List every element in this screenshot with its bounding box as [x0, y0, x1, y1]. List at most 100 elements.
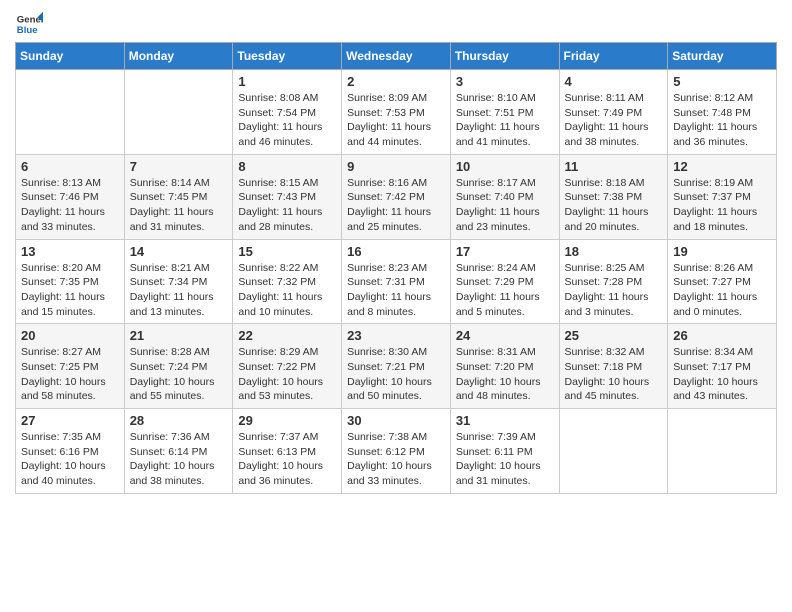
- weekday-header-wednesday: Wednesday: [342, 43, 451, 70]
- day-info: Sunrise: 8:29 AMSunset: 7:22 PMDaylight:…: [238, 345, 336, 404]
- table-row: 25 Sunrise: 8:32 AMSunset: 7:18 PMDayligh…: [559, 324, 668, 409]
- day-number: 18: [565, 244, 663, 259]
- day-number: 9: [347, 159, 445, 174]
- table-row: 14 Sunrise: 8:21 AMSunset: 7:34 PMDayligh…: [124, 239, 233, 324]
- table-row: 9 Sunrise: 8:16 AMSunset: 7:42 PMDaylight…: [342, 154, 451, 239]
- day-info: Sunrise: 8:08 AMSunset: 7:54 PMDaylight:…: [238, 91, 336, 150]
- table-row: 22 Sunrise: 8:29 AMSunset: 7:22 PMDayligh…: [233, 324, 342, 409]
- table-row: 15 Sunrise: 8:22 AMSunset: 7:32 PMDayligh…: [233, 239, 342, 324]
- day-info: Sunrise: 7:39 AMSunset: 6:11 PMDaylight:…: [456, 430, 554, 489]
- table-row: 27 Sunrise: 7:35 AMSunset: 6:16 PMDayligh…: [16, 409, 125, 494]
- table-row: 8Sunrise: 8:15 AMSunset: 7:43 PMDaylight…: [233, 154, 342, 239]
- day-info: Sunrise: 8:13 AMSunset: 7:46 PMDaylight:…: [21, 176, 119, 235]
- day-info: Sunrise: 8:24 AMSunset: 7:29 PMDaylight:…: [456, 261, 554, 320]
- table-row: 23Sunrise: 8:30 AMSunset: 7:21 PMDayligh…: [342, 324, 451, 409]
- day-number: 8: [238, 159, 336, 174]
- day-info: Sunrise: 8:25 AMSunset: 7:28 PMDaylight:…: [565, 261, 663, 320]
- calendar-table: SundayMondayTuesdayWednesdayThursdayFrid…: [15, 42, 777, 494]
- day-info: Sunrise: 7:35 AMSunset: 6:16 PMDaylight:…: [21, 430, 119, 489]
- day-number: 30: [347, 413, 445, 428]
- day-number: 22: [238, 328, 336, 343]
- table-row: 21Sunrise: 8:28 AMSunset: 7:24 PMDayligh…: [124, 324, 233, 409]
- day-info: Sunrise: 8:30 AMSunset: 7:21 PMDaylight:…: [347, 345, 445, 404]
- day-info: Sunrise: 8:11 AMSunset: 7:49 PMDaylight:…: [565, 91, 663, 150]
- table-row: [559, 409, 668, 494]
- calendar-week-row: 1 Sunrise: 8:08 AMSunset: 7:54 PMDaylight…: [16, 70, 777, 155]
- table-row: 4 Sunrise: 8:11 AMSunset: 7:49 PMDaylight…: [559, 70, 668, 155]
- day-number: 27: [21, 413, 119, 428]
- logo: General Blue: [15, 10, 43, 38]
- day-number: 26: [673, 328, 771, 343]
- table-row: 29Sunrise: 7:37 AMSunset: 6:13 PMDayligh…: [233, 409, 342, 494]
- table-row: 5 Sunrise: 8:12 AMSunset: 7:48 PMDaylight…: [668, 70, 777, 155]
- day-number: 20: [21, 328, 119, 343]
- day-number: 7: [130, 159, 228, 174]
- day-info: Sunrise: 7:37 AMSunset: 6:13 PMDaylight:…: [238, 430, 336, 489]
- day-number: 5: [673, 74, 771, 89]
- table-row: 19 Sunrise: 8:26 AMSunset: 7:27 PMDayligh…: [668, 239, 777, 324]
- day-info: Sunrise: 8:12 AMSunset: 7:48 PMDaylight:…: [673, 91, 771, 150]
- table-row: 2 Sunrise: 8:09 AMSunset: 7:53 PMDaylight…: [342, 70, 451, 155]
- page-header: General Blue: [15, 10, 777, 38]
- day-number: 19: [673, 244, 771, 259]
- day-info: Sunrise: 8:22 AMSunset: 7:32 PMDaylight:…: [238, 261, 336, 320]
- weekday-header-saturday: Saturday: [668, 43, 777, 70]
- day-info: Sunrise: 8:27 AMSunset: 7:25 PMDaylight:…: [21, 345, 119, 404]
- calendar-week-row: 20 Sunrise: 8:27 AMSunset: 7:25 PMDayligh…: [16, 324, 777, 409]
- table-row: 13 Sunrise: 8:20 AMSunset: 7:35 PMDayligh…: [16, 239, 125, 324]
- day-number: 28: [130, 413, 228, 428]
- logo-icon: General Blue: [15, 10, 43, 38]
- day-number: 2: [347, 74, 445, 89]
- day-info: Sunrise: 8:23 AMSunset: 7:31 PMDaylight:…: [347, 261, 445, 320]
- table-row: 11 Sunrise: 8:18 AMSunset: 7:38 PMDayligh…: [559, 154, 668, 239]
- table-row: 3Sunrise: 8:10 AMSunset: 7:51 PMDaylight…: [450, 70, 559, 155]
- day-info: Sunrise: 8:31 AMSunset: 7:20 PMDaylight:…: [456, 345, 554, 404]
- table-row: [668, 409, 777, 494]
- day-info: Sunrise: 8:21 AMSunset: 7:34 PMDaylight:…: [130, 261, 228, 320]
- table-row: 6 Sunrise: 8:13 AMSunset: 7:46 PMDaylight…: [16, 154, 125, 239]
- day-number: 10: [456, 159, 554, 174]
- svg-text:Blue: Blue: [17, 25, 38, 36]
- day-number: 24: [456, 328, 554, 343]
- table-row: 26 Sunrise: 8:34 AMSunset: 7:17 PMDayligh…: [668, 324, 777, 409]
- day-number: 1: [238, 74, 336, 89]
- day-info: Sunrise: 8:17 AMSunset: 7:40 PMDaylight:…: [456, 176, 554, 235]
- table-row: 16 Sunrise: 8:23 AMSunset: 7:31 PMDayligh…: [342, 239, 451, 324]
- calendar-week-row: 13 Sunrise: 8:20 AMSunset: 7:35 PMDayligh…: [16, 239, 777, 324]
- day-info: Sunrise: 8:32 AMSunset: 7:18 PMDaylight:…: [565, 345, 663, 404]
- day-number: 14: [130, 244, 228, 259]
- weekday-header-sunday: Sunday: [16, 43, 125, 70]
- day-number: 13: [21, 244, 119, 259]
- day-info: Sunrise: 8:10 AMSunset: 7:51 PMDaylight:…: [456, 91, 554, 150]
- day-number: 21: [130, 328, 228, 343]
- table-row: 18 Sunrise: 8:25 AMSunset: 7:28 PMDayligh…: [559, 239, 668, 324]
- day-number: 11: [565, 159, 663, 174]
- day-info: Sunrise: 8:16 AMSunset: 7:42 PMDaylight:…: [347, 176, 445, 235]
- day-number: 4: [565, 74, 663, 89]
- calendar-week-row: 27 Sunrise: 7:35 AMSunset: 6:16 PMDayligh…: [16, 409, 777, 494]
- table-row: 12Sunrise: 8:19 AMSunset: 7:37 PMDayligh…: [668, 154, 777, 239]
- day-info: Sunrise: 8:14 AMSunset: 7:45 PMDaylight:…: [130, 176, 228, 235]
- table-row: 7 Sunrise: 8:14 AMSunset: 7:45 PMDaylight…: [124, 154, 233, 239]
- day-number: 16: [347, 244, 445, 259]
- day-info: Sunrise: 8:20 AMSunset: 7:35 PMDaylight:…: [21, 261, 119, 320]
- weekday-header-monday: Monday: [124, 43, 233, 70]
- day-number: 25: [565, 328, 663, 343]
- day-info: Sunrise: 8:26 AMSunset: 7:27 PMDaylight:…: [673, 261, 771, 320]
- day-number: 31: [456, 413, 554, 428]
- table-row: 30 Sunrise: 7:38 AMSunset: 6:12 PMDayligh…: [342, 409, 451, 494]
- table-row: [16, 70, 125, 155]
- day-info: Sunrise: 7:38 AMSunset: 6:12 PMDaylight:…: [347, 430, 445, 489]
- day-info: Sunrise: 7:36 AMSunset: 6:14 PMDaylight:…: [130, 430, 228, 489]
- table-row: [124, 70, 233, 155]
- day-number: 6: [21, 159, 119, 174]
- weekday-header-friday: Friday: [559, 43, 668, 70]
- day-number: 15: [238, 244, 336, 259]
- day-number: 17: [456, 244, 554, 259]
- weekday-header-tuesday: Tuesday: [233, 43, 342, 70]
- table-row: 10 Sunrise: 8:17 AMSunset: 7:40 PMDayligh…: [450, 154, 559, 239]
- day-info: Sunrise: 8:09 AMSunset: 7:53 PMDaylight:…: [347, 91, 445, 150]
- day-info: Sunrise: 8:18 AMSunset: 7:38 PMDaylight:…: [565, 176, 663, 235]
- day-info: Sunrise: 8:34 AMSunset: 7:17 PMDaylight:…: [673, 345, 771, 404]
- table-row: 17 Sunrise: 8:24 AMSunset: 7:29 PMDayligh…: [450, 239, 559, 324]
